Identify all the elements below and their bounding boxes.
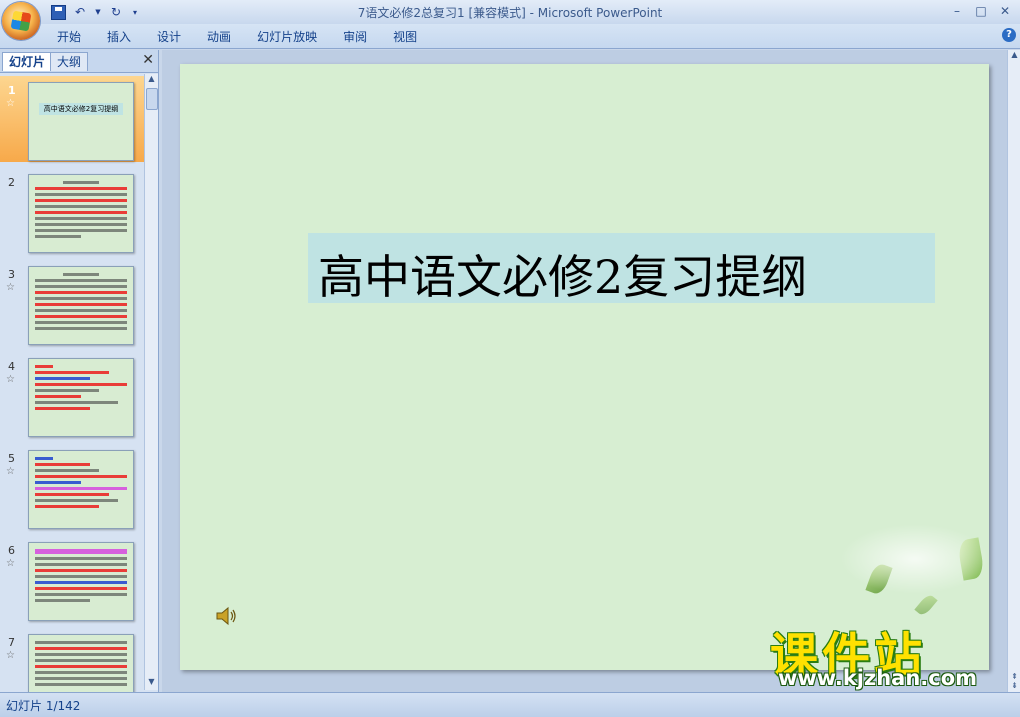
- slide-preview: [28, 542, 134, 621]
- slide-number: 1: [8, 84, 16, 97]
- pane-tabs: 幻灯片 大纲 ✕: [0, 50, 158, 73]
- slide-editor: 高中语文必修2复习提纲: [162, 50, 1007, 692]
- ribbon: 开始 插入 设计 动画 幻灯片放映 审阅 视图 ?: [0, 24, 1020, 49]
- window-title: 7语文必修2总复习1 [兼容模式] - Microsoft PowerPoint: [357, 6, 663, 20]
- decorative-leaf: [914, 592, 938, 618]
- help-icon[interactable]: ?: [1002, 28, 1016, 42]
- slide-thumbnail-2[interactable]: 2: [0, 168, 144, 254]
- animation-star-icon: ☆: [6, 374, 15, 385]
- office-button[interactable]: [2, 2, 40, 40]
- slide-thumbnail-7[interactable]: 7 ☆: [0, 628, 144, 692]
- slide-thumbnail-4[interactable]: 4 ☆: [0, 352, 144, 438]
- office-logo-icon: [10, 10, 32, 32]
- minimize-button[interactable]: –: [946, 2, 968, 20]
- tab-slides[interactable]: 幻灯片: [2, 52, 53, 71]
- tab-animations[interactable]: 动画: [194, 28, 244, 46]
- slide-thumbnail-6[interactable]: 6 ☆: [0, 536, 144, 622]
- watermark-url: www.kjzhan.com: [778, 666, 978, 690]
- current-slide[interactable]: 高中语文必修2复习提纲: [180, 64, 989, 670]
- tab-insert[interactable]: 插入: [94, 28, 144, 46]
- slide-preview: 高中语文必修2复习提纲: [28, 82, 134, 161]
- animation-star-icon: ☆: [6, 466, 15, 477]
- animation-star-icon: ☆: [6, 558, 15, 569]
- thumbnail-scrollbar[interactable]: ▲ ▼: [144, 74, 158, 690]
- scroll-up-icon[interactable]: ▲: [1008, 50, 1020, 63]
- maximize-button[interactable]: □: [970, 2, 992, 20]
- slide-preview: [28, 266, 134, 345]
- slide-preview: [28, 634, 134, 692]
- animation-star-icon: ☆: [6, 650, 15, 661]
- window-controls: – □ ✕: [946, 2, 1016, 20]
- slide-thumbnail-3[interactable]: 3 ☆: [0, 260, 144, 346]
- thumbnail-title: 高中语文必修2复习提纲: [39, 103, 123, 115]
- tab-home[interactable]: 开始: [44, 28, 94, 46]
- close-button[interactable]: ✕: [994, 2, 1016, 20]
- slide-thumbnail-5[interactable]: 5 ☆: [0, 444, 144, 530]
- tab-view[interactable]: 视图: [380, 28, 430, 46]
- scroll-down-icon[interactable]: ▼: [145, 677, 158, 690]
- slide-preview: [28, 358, 134, 437]
- title-placeholder[interactable]: 高中语文必修2复习提纲: [308, 233, 935, 304]
- status-bar: 幻灯片 1/142: [0, 692, 1020, 717]
- animation-star-icon: ☆: [6, 98, 15, 109]
- slide-preview: [28, 174, 134, 253]
- tab-review[interactable]: 审阅: [330, 28, 380, 46]
- title-bar: ↶ ▼ ↻ ▾ 7语文必修2总复习1 [兼容模式] - Microsoft Po…: [0, 0, 1020, 40]
- slides-pane: 幻灯片 大纲 ✕ 1 ☆ 高中语文必修2复习提纲 2 3 ☆ 4 ☆ 5 ☆ 6…: [0, 50, 159, 692]
- slide-preview: [28, 450, 134, 529]
- decorative-splash: [840, 524, 989, 594]
- speaker-icon[interactable]: [214, 604, 238, 628]
- tab-design[interactable]: 设计: [144, 28, 194, 46]
- scroll-up-icon[interactable]: ▲: [145, 74, 158, 87]
- slide-counter: 幻灯片 1/142: [6, 699, 81, 713]
- editor-scrollbar[interactable]: ▲ ⇞ ⇟: [1007, 50, 1020, 692]
- tab-slideshow[interactable]: 幻灯片放映: [244, 28, 330, 46]
- close-icon[interactable]: ✕: [142, 52, 154, 68]
- animation-star-icon: ☆: [6, 282, 15, 293]
- slide-number: 4: [8, 360, 15, 373]
- slide-number: 5: [8, 452, 15, 465]
- tab-outline[interactable]: 大纲: [50, 52, 89, 71]
- slide-number: 6: [8, 544, 15, 557]
- scrollbar-thumb[interactable]: [146, 88, 158, 110]
- slide-thumbnail-1[interactable]: 1 ☆ 高中语文必修2复习提纲: [0, 76, 144, 162]
- thumbnail-list: 1 ☆ 高中语文必修2复习提纲 2 3 ☆ 4 ☆ 5 ☆ 6 ☆ 7 ☆: [0, 74, 144, 692]
- watermark-logo: 课件站 www.kjzhan.com: [770, 616, 1010, 696]
- slide-number: 3: [8, 268, 15, 281]
- slide-title: 高中语文必修2复习提纲: [318, 250, 808, 304]
- ribbon-tabs: 开始 插入 设计 动画 幻灯片放映 审阅 视图: [44, 28, 430, 46]
- slide-number: 2: [8, 176, 15, 189]
- slide-number: 7: [8, 636, 15, 649]
